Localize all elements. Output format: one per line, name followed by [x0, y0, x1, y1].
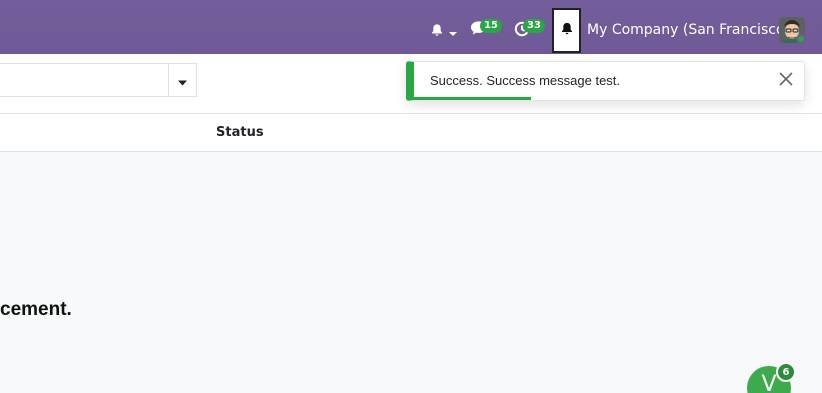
notification-dropdown[interactable] — [426, 22, 460, 40]
empty-state-helper-text: cement. — [0, 299, 72, 320]
top-navbar: 15 33 My Company (San Francisco) — [0, 0, 822, 54]
close-icon — [778, 71, 794, 91]
notification-close-button[interactable] — [776, 71, 796, 91]
alerts-button[interactable] — [552, 8, 581, 53]
assistant-letter: V — [761, 372, 777, 393]
notification-progress-bar — [414, 97, 531, 100]
notification-message: Success. Success message test. — [430, 73, 621, 88]
caret-down-icon — [448, 22, 457, 41]
bell-icon — [430, 22, 444, 41]
success-notification: Success. Success message test. — [406, 61, 805, 101]
list-header: Status — [0, 114, 822, 152]
notification-progress-track — [414, 97, 804, 100]
search-options-toggle[interactable] — [168, 63, 197, 97]
online-status-indicator — [796, 34, 806, 44]
search-input[interactable] — [0, 63, 168, 97]
bell-icon — [560, 21, 574, 40]
chat-badge: 15 — [480, 19, 502, 33]
assistant-badge: 6 — [776, 362, 796, 382]
column-header-status[interactable]: Status — [216, 125, 264, 140]
company-switcher[interactable]: My Company (San Francisco) — [587, 22, 790, 38]
activity-badge: 33 — [523, 19, 545, 33]
caret-down-icon — [178, 71, 187, 90]
